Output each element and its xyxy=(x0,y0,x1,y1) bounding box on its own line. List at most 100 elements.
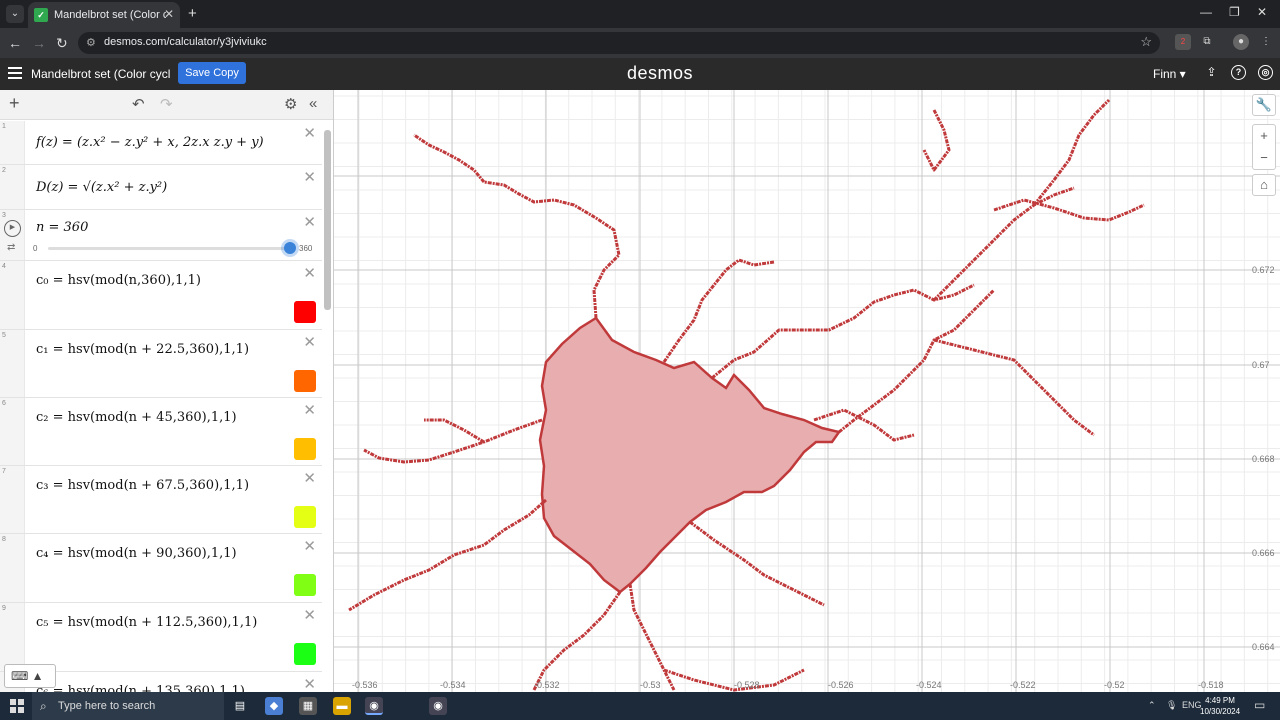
loop-mode-icon[interactable]: ⇄ xyxy=(7,242,15,253)
expression-number: 7 xyxy=(2,468,6,475)
expression-text[interactable]: c₅ = hsv(mod(n + 112.5,360),1,1) xyxy=(36,615,257,630)
expression-text[interactable]: f(z) = (z.x² − z.y² + x, 2z.x z.y + y) xyxy=(36,135,264,150)
store-icon[interactable]: ▦ xyxy=(299,697,317,715)
keyboard-toggle-button[interactable]: ⌨ ▲ xyxy=(4,664,56,688)
graph-title[interactable]: Mandelbrot set (Color cycli... xyxy=(31,67,171,81)
zoom-in-icon[interactable]: + xyxy=(1253,125,1275,147)
expression-text[interactable]: n = 360 xyxy=(36,220,88,235)
color-expression-row[interactable]: 7 c₃ = hsv(mod(n + 67.5,360),1,1) ✕ xyxy=(0,466,322,534)
expression-row[interactable]: 1 f(z) = (z.x² − z.y² + x, 2z.x z.y + y)… xyxy=(0,121,322,165)
color-expression-row[interactable]: 8 c₄ = hsv(mod(n + 90,360),1,1) ✕ xyxy=(0,534,322,603)
color-expression-row[interactable]: 6 c₂ = hsv(mod(n + 45,360),1,1) ✕ xyxy=(0,398,322,466)
color-swatch[interactable] xyxy=(294,301,316,323)
slider-expression-row[interactable]: 3 ▶ ⇄ n = 360 ✕ 0 360 xyxy=(0,210,322,261)
help-icon[interactable]: ? xyxy=(1231,65,1246,80)
desmos-favicon-icon: ✓ xyxy=(34,8,48,22)
chrome-taskbar-icon[interactable]: ◉ xyxy=(365,697,383,715)
expression-row[interactable]: 2 D(z) = √(z.x² + z.y²) ✕ xyxy=(0,165,322,210)
microphone-icon[interactable]: 🎙 xyxy=(1166,700,1177,711)
delete-expression-icon[interactable]: ✕ xyxy=(303,333,316,351)
delete-expression-icon[interactable]: ✕ xyxy=(303,469,316,487)
fractal-filament xyxy=(363,418,543,464)
color-swatch[interactable] xyxy=(294,574,316,596)
extensions-puzzle-icon[interactable]: ⧉ xyxy=(1199,34,1215,50)
default-view-home-icon[interactable]: ⌂ xyxy=(1252,174,1276,196)
notifications-icon[interactable]: ▭ xyxy=(1254,698,1265,712)
menu-hamburger-icon[interactable] xyxy=(8,67,22,79)
graph-settings-wrench-icon[interactable]: 🔧 xyxy=(1252,94,1276,116)
x-axis-tick-label: -0.524 xyxy=(916,680,942,690)
expression-text[interactable]: c₃ = hsv(mod(n + 67.5,360),1,1) xyxy=(36,478,249,493)
back-icon[interactable]: ← xyxy=(8,35,22,51)
profile-avatar-icon[interactable]: ● xyxy=(1233,34,1249,50)
zoom-out-icon[interactable]: − xyxy=(1253,147,1275,169)
tab-close-icon[interactable]: ✕ xyxy=(164,7,174,21)
color-swatch[interactable] xyxy=(294,438,316,460)
expression-text[interactable]: c₄ = hsv(mod(n + 90,360),1,1) xyxy=(36,546,237,561)
collapse-panel-icon[interactable]: « xyxy=(309,95,317,112)
share-icon[interactable]: ⇪ xyxy=(1204,65,1219,80)
color-swatch[interactable] xyxy=(294,506,316,528)
delete-expression-icon[interactable]: ✕ xyxy=(303,264,316,282)
expression-text[interactable]: c₀ = hsv(mod(n,360),1,1) xyxy=(36,273,201,288)
expression-text[interactable]: c₁ = hsv(mod(n + 22.5,360),1,1) xyxy=(36,342,249,357)
language-indicator[interactable]: ENG xyxy=(1182,700,1202,710)
address-bar[interactable]: ⚙ desmos.com/calculator/y3jviviukc ☆ xyxy=(78,32,1160,54)
settings-gear-icon[interactable]: ⚙ xyxy=(284,95,297,113)
user-menu[interactable]: Finn ▾ xyxy=(1153,67,1186,81)
file-explorer-icon[interactable]: ▬ xyxy=(333,697,351,715)
save-copy-button[interactable]: Save Copy xyxy=(178,62,246,84)
undo-icon[interactable]: ↶ xyxy=(132,95,145,113)
expression-gutter: 1 xyxy=(0,121,25,164)
delete-expression-icon[interactable]: ✕ xyxy=(303,213,316,231)
delete-expression-icon[interactable]: ✕ xyxy=(303,168,316,186)
color-expression-row[interactable]: 9 c₅ = hsv(mod(n + 112.5,360),1,1) ✕ xyxy=(0,603,322,672)
expression-number: 3 xyxy=(2,212,6,219)
panel-scrollbar[interactable] xyxy=(324,130,331,310)
delete-expression-icon[interactable]: ✕ xyxy=(303,124,316,142)
graph-paper[interactable]: -0.536 -0.534 -0.532 -0.53 -0.528 -0.526 -0.52… xyxy=(334,90,1280,692)
color-swatch[interactable] xyxy=(294,370,316,392)
redo-icon[interactable]: ↷ xyxy=(160,95,173,113)
minimize-icon[interactable]: — xyxy=(1200,5,1212,19)
forward-icon[interactable]: → xyxy=(32,35,46,51)
expression-text[interactable]: c₆ = hsv(mod(n + 135,360),1,1) xyxy=(36,684,245,692)
restore-icon[interactable]: ❐ xyxy=(1229,5,1240,19)
expression-text[interactable]: D(z) = √(z.x² + z.y²) xyxy=(36,180,167,195)
chrome-profile-taskbar-icon[interactable]: ◉ xyxy=(429,697,447,715)
expression-gutter: 6 xyxy=(0,398,25,465)
delete-expression-icon[interactable]: ✕ xyxy=(303,401,316,419)
play-slider-icon[interactable]: ▶ xyxy=(4,220,21,237)
slider-track[interactable] xyxy=(48,247,290,250)
graph-canvas[interactable]: -0.536 -0.534 -0.532 -0.53 -0.528 -0.526 -0.52… xyxy=(334,90,1280,692)
expression-text[interactable]: c₂ = hsv(mod(n + 45,360),1,1) xyxy=(36,410,237,425)
delete-expression-icon[interactable]: ✕ xyxy=(303,675,316,692)
site-info-icon[interactable]: ⚙ xyxy=(86,36,96,49)
tray-overflow-icon[interactable]: ⌃ xyxy=(1148,700,1156,711)
browser-menu-icon[interactable]: ⋮ xyxy=(1258,34,1274,50)
task-view-icon[interactable]: ▤ xyxy=(231,697,249,715)
slider-thumb[interactable] xyxy=(284,242,296,254)
extension-icon[interactable]: 2 xyxy=(1175,34,1191,50)
language-globe-icon[interactable]: ◎ xyxy=(1258,65,1273,80)
color-swatch[interactable] xyxy=(294,643,316,665)
browser-tab-active[interactable]: ✓ Mandelbrot set (Color cycling) | ✕ xyxy=(28,2,180,28)
tab-search-button[interactable]: ⌄ xyxy=(6,5,24,23)
add-item-icon[interactable]: + xyxy=(9,93,20,114)
windows-start-icon[interactable] xyxy=(10,699,24,713)
expression-number: 1 xyxy=(2,123,6,130)
color-expression-row[interactable]: 4 c₀ = hsv(mod(n,360),1,1) ✕ xyxy=(0,261,322,330)
taskbar-clock[interactable]: 4:49 PM 10/30/2024 xyxy=(1200,695,1240,717)
slider-max-label[interactable]: 360 xyxy=(299,244,312,253)
taskbar-search-box[interactable]: ⌕ Type here to search xyxy=(32,692,224,720)
delete-expression-icon[interactable]: ✕ xyxy=(303,537,316,555)
new-tab-button[interactable]: + xyxy=(188,5,197,22)
slider-min-label[interactable]: 0 xyxy=(33,244,37,253)
copilot-icon[interactable]: ◆ xyxy=(265,697,283,715)
y-axis-tick-label: 0.672 xyxy=(1252,265,1275,275)
color-expression-row[interactable]: 5 c₁ = hsv(mod(n + 22.5,360),1,1) ✕ xyxy=(0,330,322,398)
window-close-icon[interactable]: ✕ xyxy=(1257,5,1267,19)
reload-icon[interactable]: ↻ xyxy=(56,35,68,52)
delete-expression-icon[interactable]: ✕ xyxy=(303,606,316,624)
bookmark-star-icon[interactable]: ☆ xyxy=(1140,34,1152,50)
